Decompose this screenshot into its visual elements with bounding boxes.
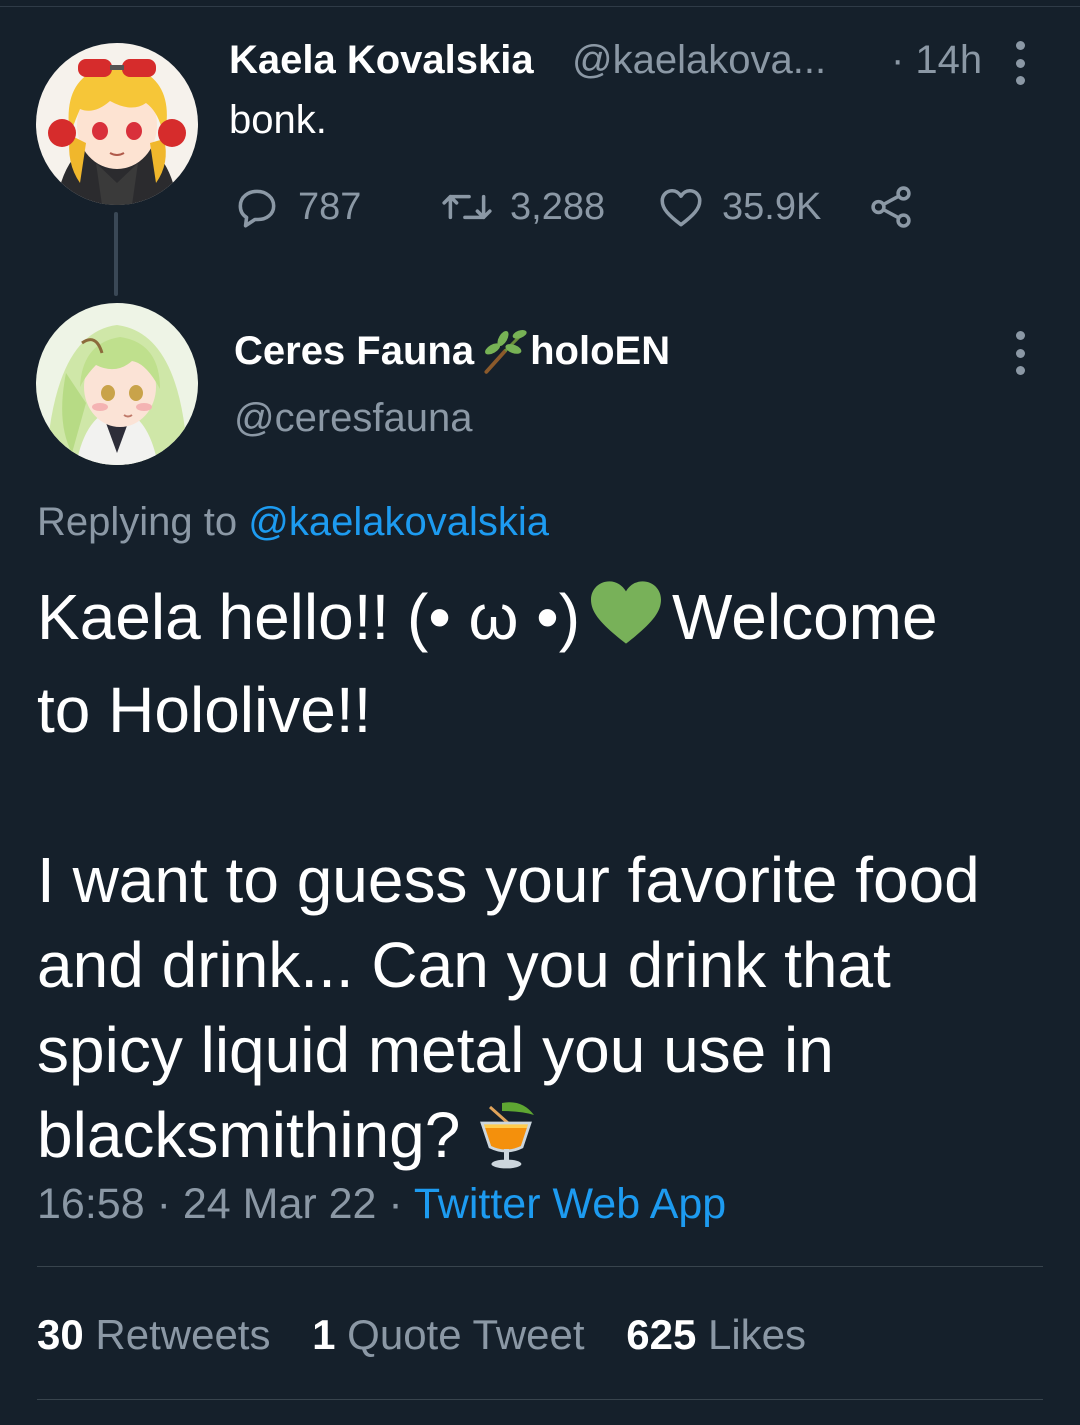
likes-stat[interactable]: 625 Likes bbox=[626, 1311, 806, 1358]
more-icon[interactable] bbox=[1010, 331, 1030, 375]
retweet-count: 3,288 bbox=[510, 185, 606, 228]
text-para2-line3: spicy liquid metal you use in bbox=[37, 1014, 834, 1086]
heart-icon bbox=[660, 188, 702, 227]
replying-handle-link[interactable]: @kaelakovalskia bbox=[248, 500, 549, 544]
share-button[interactable] bbox=[866, 182, 916, 232]
text-line1-b: Welcome bbox=[672, 581, 938, 653]
text-para2-line1: I want to guess your favorite food bbox=[37, 844, 980, 916]
retweet-button[interactable]: 3,288 bbox=[440, 182, 605, 232]
likes-label: Likes bbox=[707, 1311, 807, 1358]
like-button[interactable]: 35.9K bbox=[656, 182, 821, 232]
reply-button[interactable]: 787 bbox=[232, 182, 361, 232]
tweet2-stats: 30 Retweets 1 Quote Tweet 625 Likes bbox=[37, 1311, 836, 1359]
top-divider bbox=[0, 6, 1080, 7]
tweet2-name-part2: holoEN bbox=[530, 328, 671, 373]
replying-to: Replying to @kaelakovalskia bbox=[37, 500, 549, 545]
avatar-kaela[interactable] bbox=[36, 43, 198, 205]
tweet2-text: Kaela hello!! (• ω •) Welcome to Hololive… bbox=[37, 575, 1047, 1192]
likes-count: 625 bbox=[626, 1311, 697, 1358]
retweet-icon bbox=[442, 194, 492, 220]
tweet1-text: bonk. bbox=[229, 98, 327, 142]
tweet2-time[interactable]: 16:58 bbox=[37, 1180, 145, 1228]
quotes-count: 1 bbox=[312, 1311, 336, 1358]
tweet1-handle[interactable]: @kaelakova... bbox=[572, 38, 826, 83]
tweet1-actions: 787 3,288 35.9K bbox=[232, 182, 932, 232]
reply-icon bbox=[238, 189, 276, 228]
reply-count: 787 bbox=[298, 185, 362, 228]
meta-sep: · bbox=[388, 1180, 403, 1228]
tropical-drink-emoji bbox=[474, 1099, 538, 1192]
tweet2-date[interactable]: 24 Mar 22 bbox=[183, 1180, 377, 1228]
tweet1-display-name[interactable]: Kaela Kovalskia bbox=[229, 38, 534, 83]
source-link[interactable]: Twitter Web App bbox=[414, 1180, 726, 1228]
tweet2-name-part1: Ceres Fauna bbox=[234, 328, 475, 373]
retweets-stat[interactable]: 30 Retweets bbox=[37, 1311, 270, 1358]
tweet1-time[interactable]: · 14h bbox=[891, 38, 982, 83]
tweet2-handle[interactable]: @ceresfauna bbox=[234, 396, 473, 441]
tweet1-header: Kaela Kovalskia @kaelakova... · 14h bbox=[229, 38, 1029, 86]
herb-icon bbox=[484, 330, 527, 374]
tweet2-meta: 16:58 · 24 Mar 22 · Twitter Web App bbox=[37, 1180, 726, 1229]
tweet2-display-name[interactable]: Ceres Fauna holoEN bbox=[234, 326, 670, 376]
share-icon bbox=[871, 186, 911, 228]
like-count: 35.9K bbox=[722, 185, 822, 228]
divider bbox=[37, 1266, 1043, 1267]
text-para2-line2: and drink... Can you drink that bbox=[37, 929, 891, 1001]
retweets-count: 30 bbox=[37, 1311, 84, 1358]
green-heart-emoji bbox=[586, 577, 666, 668]
quotes-stat[interactable]: 1 Quote Tweet bbox=[312, 1311, 584, 1358]
meta-sep: · bbox=[156, 1180, 171, 1228]
text-line2: to Hololive!! bbox=[37, 674, 372, 746]
thread-connector bbox=[114, 212, 118, 296]
more-icon[interactable] bbox=[1010, 41, 1030, 85]
text-para2-line4: blacksmithing? bbox=[37, 1099, 461, 1171]
replying-prefix: Replying to bbox=[37, 500, 238, 544]
retweets-label: Retweets bbox=[95, 1311, 271, 1358]
text-line1-a: Kaela hello!! (• ω •) bbox=[37, 581, 580, 653]
avatar-fauna[interactable] bbox=[36, 303, 198, 465]
divider bbox=[37, 1399, 1043, 1400]
quotes-label: Quote Tweet bbox=[347, 1311, 585, 1358]
